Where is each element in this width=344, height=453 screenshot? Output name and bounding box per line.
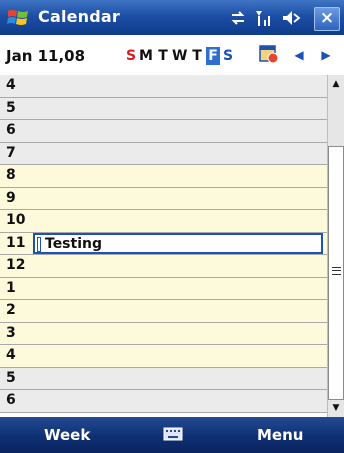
hour-row[interactable]: 7 [0, 143, 327, 165]
hour-label: 12 [6, 257, 26, 273]
title-bar: Calendar × [0, 0, 344, 35]
hour-label: 11 [6, 235, 26, 251]
prev-arrow-icon[interactable]: ◀ [290, 46, 308, 64]
hour-label: 9 [6, 190, 16, 206]
hour-label: 10 [6, 212, 26, 228]
app-title: Calendar [38, 7, 121, 26]
weekday-button[interactable]: M [139, 47, 153, 65]
soft-key-bar: Week Menu [0, 417, 344, 453]
hour-row[interactable]: 5 [0, 368, 327, 390]
windows-start-icon[interactable] [6, 6, 30, 30]
hour-label: 5 [6, 100, 16, 116]
hour-row[interactable]: 11 Testing [0, 233, 327, 255]
hour-label: 6 [6, 392, 16, 408]
scroll-down-arrow[interactable]: ▼ [328, 400, 344, 416]
current-date[interactable]: Jan 11,08 [6, 47, 85, 65]
hour-label: 3 [6, 325, 16, 341]
week-softkey[interactable]: Week [44, 426, 90, 444]
volume-icon[interactable] [281, 8, 301, 28]
hour-row[interactable]: 4 [0, 345, 327, 368]
weekday-button[interactable]: S [124, 47, 138, 65]
hour-row[interactable]: 8 [0, 165, 327, 188]
hour-row[interactable]: 6 [0, 390, 327, 413]
date-picker-icon[interactable] [258, 43, 280, 65]
appointment-item[interactable]: Testing [33, 233, 323, 254]
menu-softkey[interactable]: Menu [257, 426, 303, 444]
hour-row[interactable]: 9 [0, 188, 327, 210]
hour-row[interactable]: 5 [0, 98, 327, 120]
scroll-up-arrow[interactable]: ▲ [328, 76, 344, 92]
hour-row[interactable]: 3 [0, 323, 327, 345]
hour-label: 2 [6, 302, 16, 318]
weekday-button[interactable]: S [221, 47, 235, 65]
close-button[interactable]: × [314, 7, 340, 31]
scroll-thumb[interactable] [328, 146, 344, 400]
hour-row[interactable]: 10 [0, 210, 327, 233]
hour-label: 7 [6, 145, 16, 161]
hour-label: 4 [6, 347, 16, 363]
scroll-grip-icon [332, 267, 341, 275]
keyboard-icon[interactable] [163, 427, 183, 441]
appointment-status-bar [37, 237, 41, 252]
hour-row[interactable]: 12 [0, 255, 327, 278]
hour-label: 5 [6, 370, 16, 386]
hour-row[interactable]: 1 [0, 278, 327, 300]
hour-row[interactable]: 2 [0, 300, 327, 323]
hour-label: 4 [6, 77, 16, 93]
signal-icon[interactable] [254, 8, 274, 28]
connectivity-icon[interactable] [228, 8, 248, 28]
weekday-button[interactable]: W [172, 47, 187, 65]
hour-label: 1 [6, 280, 16, 296]
day-view-grid[interactable]: 4 5 6 7 8 9 10 11 Testing 12 1 2 3 4 5 6 [0, 75, 327, 417]
date-toolbar: Jan 11,08 SMTWTFS ◀ ▶ [0, 35, 344, 75]
vertical-scrollbar[interactable]: ▲ ▼ [327, 75, 344, 417]
appointment-title: Testing [45, 236, 102, 252]
weekday-button[interactable]: T [156, 47, 170, 65]
hour-label: 6 [6, 122, 16, 138]
hour-row[interactable]: 4 [0, 75, 327, 98]
next-arrow-icon[interactable]: ▶ [317, 46, 335, 64]
weekday-button[interactable]: F [206, 47, 220, 65]
weekday-button[interactable]: T [190, 47, 204, 65]
hour-label: 8 [6, 167, 16, 183]
hour-row[interactable]: 6 [0, 120, 327, 143]
close-icon: × [319, 8, 335, 28]
